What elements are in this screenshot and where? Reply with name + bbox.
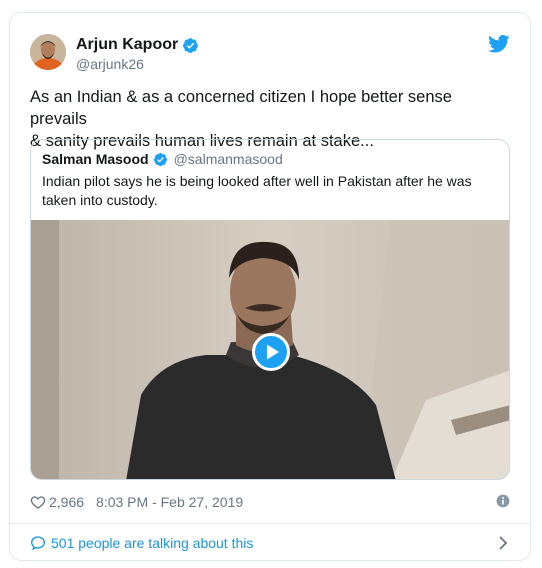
info-icon[interactable] [496,494,510,508]
heart-icon[interactable] [30,494,46,510]
tweet-timestamp[interactable]: 8:03 PM - Feb 27, 2019 [96,494,243,510]
conversation-link[interactable]: 501 people are talking about this [30,532,510,554]
tweet-meta: 2,966 8:03 PM - Feb 27, 2019 [30,492,510,512]
conversation-count-text: 501 people are talking about this [51,535,254,551]
quoted-tweet[interactable]: Salman Masood @salmanmasood Indian pilot… [30,139,510,480]
video-thumbnail[interactable] [31,220,509,479]
like-count[interactable]: 2,966 [49,494,84,510]
twitter-bird-icon[interactable] [488,34,510,54]
quoted-tweet-header: Salman Masood @salmanmasood [42,150,283,168]
verified-badge-icon [153,152,167,166]
tweet-text-line: As an Indian & as a concerned citizen I … [30,88,452,128]
author-display-name[interactable]: Arjun Kapoor [76,36,178,54]
quoted-author-handle[interactable]: @salmanmasood [174,151,283,167]
divider [10,523,530,524]
chevron-right-icon[interactable] [498,536,508,550]
chat-bubble-icon [30,536,46,551]
author-handle[interactable]: @arjunk26 [76,56,199,72]
tweet-card: Arjun Kapoor @arjunk26 As an Indian & as… [9,12,531,561]
author-block: Arjun Kapoor @arjunk26 [76,35,199,72]
quoted-author-name[interactable]: Salman Masood [42,151,149,167]
avatar[interactable] [30,34,66,70]
verified-badge-icon [183,37,199,53]
tweet-header: Arjun Kapoor @arjunk26 [30,34,510,80]
quoted-tweet-text: Indian pilot says he is being looked aft… [42,173,472,208]
play-icon[interactable] [252,333,290,371]
